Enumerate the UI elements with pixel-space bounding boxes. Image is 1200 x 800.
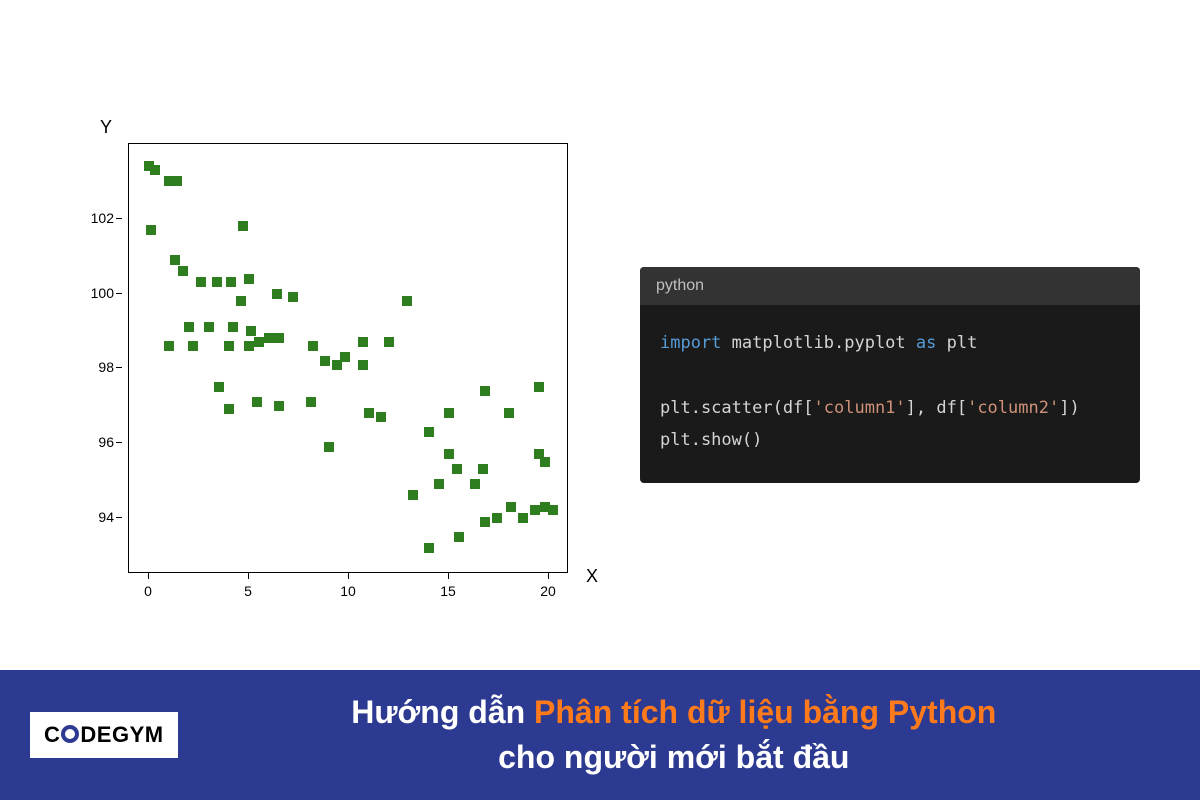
data-point [358,337,368,347]
code-line-3: plt.show() [660,424,1120,456]
y-tick-mark [116,218,122,219]
data-point [264,333,274,343]
data-point [358,360,368,370]
data-point [184,322,194,332]
banner-title: Hướng dẫn Phân tích dữ liệu bằng Python … [178,690,1170,780]
data-point [492,513,502,523]
y-tick-label: 94 [98,509,114,525]
data-point [150,165,160,175]
x-tick-label: 10 [340,583,356,599]
data-point [224,341,234,351]
data-point [480,386,490,396]
data-point [364,408,374,418]
main-content: Y X 94 96 98 100 102 0 5 10 15 20 python import … [0,0,1200,650]
data-point [178,266,188,276]
data-point [452,464,462,474]
logo-text: CDEGYM [44,722,164,748]
data-point [244,341,254,351]
x-tick-label: 15 [440,583,456,599]
data-point [504,408,514,418]
data-point [518,513,528,523]
y-tick-label: 96 [98,434,114,450]
data-point [254,337,264,347]
data-point [548,505,558,515]
data-point [306,397,316,407]
data-point [212,277,222,287]
data-point [274,333,284,343]
data-point [376,412,386,422]
data-point [236,296,246,306]
data-point [408,490,418,500]
logo-o-icon [61,725,79,743]
data-point [272,289,282,299]
data-point [164,341,174,351]
data-point [424,427,434,437]
x-tick-mark [148,573,149,579]
data-point [252,397,262,407]
data-point [288,292,298,302]
plot-area [128,143,568,573]
data-point [480,517,490,527]
data-point [402,296,412,306]
x-axis-label: X [586,566,598,587]
code-snippet: python import matplotlib.pyplot as plt p… [640,267,1140,482]
data-point [444,408,454,418]
data-point [214,382,224,392]
data-point [320,356,330,366]
data-point [424,543,434,553]
y-tick-mark [116,517,122,518]
data-point [534,382,544,392]
code-body: import matplotlib.pyplot as plt plt.scat… [640,305,1140,482]
footer-banner: CDEGYM Hướng dẫn Phân tích dữ liệu bằng … [0,670,1200,800]
x-tick-mark [348,573,349,579]
data-point [384,337,394,347]
y-tick-mark [116,367,122,368]
data-point [530,505,540,515]
y-tick-label: 98 [98,359,114,375]
x-tick-label: 5 [244,583,252,599]
code-line-2: plt.scatter(df['column1'], df['column2']… [660,392,1120,424]
y-tick-mark [116,293,122,294]
data-point [224,404,234,414]
data-point [454,532,464,542]
data-point [196,277,206,287]
data-point [340,352,350,362]
data-point [444,449,454,459]
data-point [244,274,254,284]
data-point [228,322,238,332]
data-point [478,464,488,474]
data-point [470,479,480,489]
code-blank-line [660,360,1120,392]
data-point [226,277,236,287]
data-point [324,442,334,452]
x-axis-ticks: 0 5 10 15 20 [128,573,568,613]
x-tick-mark [248,573,249,579]
y-tick-mark [116,442,122,443]
data-point [146,225,156,235]
data-point [308,341,318,351]
data-point [204,322,214,332]
logo: CDEGYM [30,712,178,758]
y-axis-ticks: 94 96 98 100 102 [70,143,122,573]
y-tick-label: 102 [91,210,114,226]
x-tick-label: 20 [540,583,556,599]
data-point [238,221,248,231]
y-tick-label: 100 [91,285,114,301]
x-tick-label: 0 [144,583,152,599]
code-line-1: import matplotlib.pyplot as plt [660,327,1120,359]
data-point [188,341,198,351]
x-tick-mark [548,573,549,579]
data-point [170,255,180,265]
scatter-chart: Y X 949698100102 05101520 [70,125,590,625]
x-tick-mark [448,573,449,579]
data-point [540,457,550,467]
data-point [506,502,516,512]
data-point [246,326,256,336]
y-axis-label: Y [100,117,112,138]
data-point [172,176,182,186]
data-point [274,401,284,411]
data-point [434,479,444,489]
code-language-label: python [640,267,1140,305]
